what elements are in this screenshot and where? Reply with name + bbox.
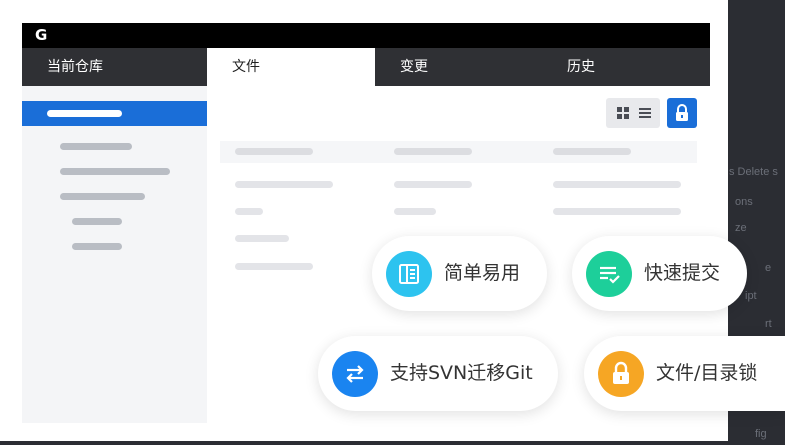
tab-changes[interactable]: 变更 <box>375 48 535 86</box>
tab-files[interactable]: 文件 <box>207 48 375 86</box>
view-toggle <box>606 98 660 128</box>
header-placeholder <box>553 148 631 155</box>
book-icon <box>399 264 419 284</box>
table-cell-placeholder <box>235 263 313 270</box>
table-cell-placeholder <box>235 181 333 188</box>
title-bar: G <box>22 23 710 48</box>
table-cell-placeholder <box>235 208 263 215</box>
list-icon[interactable] <box>638 106 652 120</box>
sidebar-tree <box>22 86 207 423</box>
feature-icon-circle <box>586 251 632 297</box>
lock-button[interactable] <box>667 98 697 128</box>
background-text: rt <box>765 318 772 330</box>
tree-item-placeholder[interactable] <box>60 143 132 150</box>
table-cell-placeholder <box>394 181 472 188</box>
tree-item-placeholder[interactable] <box>72 243 122 250</box>
feature-icon-circle <box>332 351 378 397</box>
tab-label: 变更 <box>400 59 428 75</box>
tab-label: 历史 <box>567 59 595 75</box>
background-text: e <box>765 262 772 274</box>
background-text: ons <box>735 196 753 208</box>
header-placeholder <box>394 148 472 155</box>
tab-bar: 当前仓库 文件 变更 历史 <box>22 48 710 86</box>
background-text: ze <box>735 222 747 234</box>
table-cell-placeholder <box>553 208 681 215</box>
header-placeholder <box>235 148 313 155</box>
feature-icon-circle <box>598 351 644 397</box>
table-cell-placeholder <box>235 235 289 242</box>
sidebar-selected-item[interactable] <box>22 101 207 126</box>
tree-item-placeholder[interactable] <box>60 193 145 200</box>
feature-label: 支持SVN迁移Git <box>390 362 533 384</box>
feature-label: 快速提交 <box>644 262 721 284</box>
app-logo: G <box>35 26 48 44</box>
placeholder-bar <box>47 110 122 117</box>
feature-file-lock: 文件/目录锁 <box>584 336 785 411</box>
feature-label: 文件/目录锁 <box>656 362 758 384</box>
background-text: ipt <box>745 290 757 302</box>
lock-icon <box>613 361 629 384</box>
table-header <box>220 141 697 163</box>
feature-fast-commit: 快速提交 <box>572 236 747 311</box>
feature-easy-to-use: 简单易用 <box>372 236 547 311</box>
tree-item-placeholder[interactable] <box>72 218 122 225</box>
lock-icon <box>676 104 688 121</box>
tab-history[interactable]: 历史 <box>535 48 710 86</box>
feature-svn-migration: 支持SVN迁移Git <box>318 336 558 411</box>
feature-icon-circle <box>386 251 432 297</box>
checklist-icon <box>600 266 620 284</box>
tab-current-repo[interactable]: 当前仓库 <box>22 48 207 86</box>
swap-arrows-icon <box>346 365 364 383</box>
background-text: fig <box>755 428 767 440</box>
background-text: s Delete s <box>729 166 778 178</box>
table-cell-placeholder <box>394 208 436 215</box>
tab-label: 当前仓库 <box>47 59 103 75</box>
grid-icon[interactable] <box>616 106 630 120</box>
feature-label: 简单易用 <box>444 262 521 284</box>
table-cell-placeholder <box>553 181 681 188</box>
tree-item-placeholder[interactable] <box>60 168 170 175</box>
tab-label: 文件 <box>232 59 260 75</box>
